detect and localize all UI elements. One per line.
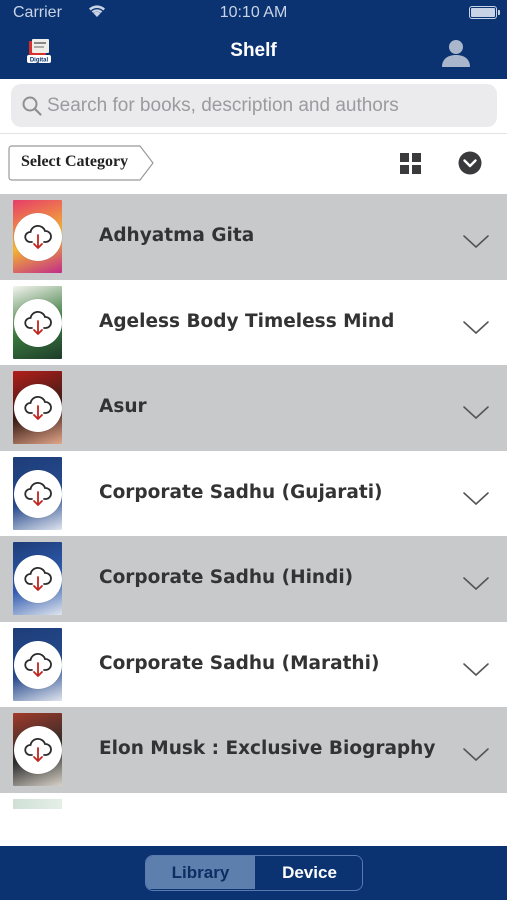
book-row[interactable]: Elon Musk : Exclusive Biography: [0, 707, 507, 793]
book-row[interactable]: Adhyatma Gita: [0, 194, 507, 280]
cloud-download-icon: [24, 737, 52, 762]
expand-chevron-icon[interactable]: [462, 576, 490, 592]
cloud-download-icon: [24, 310, 52, 335]
tab-device[interactable]: Device: [255, 856, 362, 889]
download-cloud-button[interactable]: [14, 726, 62, 774]
search-icon: [22, 96, 42, 116]
download-cloud-button[interactable]: [14, 384, 62, 432]
book-row[interactable]: Corporate Sadhu (Marathi): [0, 621, 507, 707]
book-row[interactable]: Asur: [0, 365, 507, 451]
page-title: Shelf: [230, 40, 277, 61]
grid-view-icon[interactable]: [400, 153, 421, 174]
book-title: Corporate Sadhu (Marathi): [99, 652, 380, 674]
filter-row: Select Category: [0, 133, 507, 193]
select-category-label: Select Category: [21, 153, 129, 170]
book-row[interactable]: Ageless Body Timeless Mind: [0, 279, 507, 365]
library-device-segment: Library Device: [145, 855, 363, 891]
book-cover: [13, 798, 62, 809]
book-row-partial[interactable]: [0, 792, 507, 846]
search-container: [0, 79, 507, 133]
status-bar: Carrier 10:10 AM: [0, 0, 507, 26]
cloud-download-icon: [24, 566, 52, 591]
expand-chevron-icon[interactable]: [462, 320, 490, 336]
select-category-button[interactable]: Select Category: [8, 145, 154, 181]
tab-library[interactable]: Library: [146, 856, 255, 889]
download-cloud-button[interactable]: [14, 555, 62, 603]
user-profile-icon[interactable]: [441, 39, 471, 67]
search-input[interactable]: [47, 84, 487, 127]
book-list[interactable]: Adhyatma Gita Ageless Body Timeless Mind A…: [0, 194, 507, 846]
battery-icon: [469, 6, 500, 19]
expand-chevron-icon[interactable]: [462, 234, 490, 250]
book-row[interactable]: Corporate Sadhu (Hindi): [0, 536, 507, 622]
cloud-download-icon: [24, 395, 52, 420]
search-bar[interactable]: [11, 84, 497, 127]
cloud-download-icon: [24, 224, 52, 249]
book-title: Corporate Sadhu (Gujarati): [99, 481, 383, 503]
download-cloud-button[interactable]: [14, 469, 62, 518]
book-title: Adhyatma Gita: [99, 225, 255, 246]
book-title: Corporate Sadhu (Hindi): [99, 567, 354, 588]
status-time: 10:10 AM: [219, 4, 288, 21]
download-cloud-button[interactable]: [14, 640, 62, 689]
book-row[interactable]: Corporate Sadhu (Gujarati): [0, 450, 507, 536]
download-cloud-button[interactable]: [14, 213, 62, 261]
bottom-tab-bar: Library Device: [0, 846, 507, 900]
expand-chevron-icon[interactable]: [462, 405, 490, 421]
chevron-down-circle-icon[interactable]: [458, 151, 482, 175]
expand-chevron-icon[interactable]: [462, 491, 490, 507]
expand-chevron-icon[interactable]: [462, 747, 490, 763]
top-bar: Carrier 10:10 AM Digital Shelf: [0, 0, 507, 79]
download-cloud-button[interactable]: [14, 298, 62, 347]
cloud-download-icon: [24, 652, 52, 677]
book-title: Elon Musk : Exclusive Biography: [99, 738, 436, 759]
cloud-download-icon: [24, 481, 52, 506]
expand-chevron-icon[interactable]: [462, 662, 490, 678]
book-title: Ageless Body Timeless Mind: [99, 310, 395, 332]
book-title: Asur: [99, 396, 147, 417]
